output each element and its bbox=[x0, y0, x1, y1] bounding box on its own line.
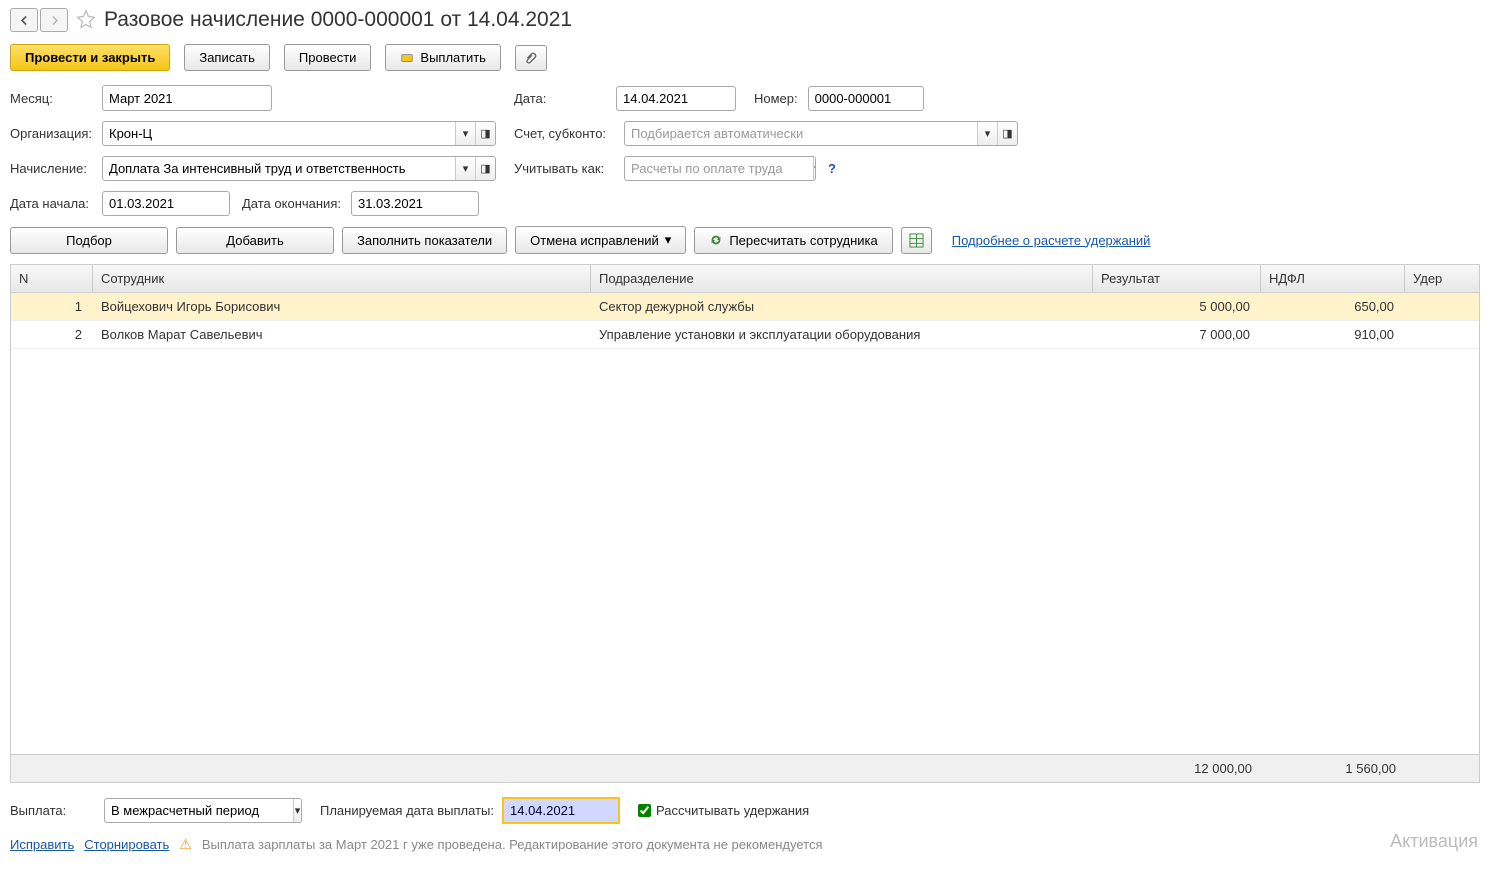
consider-dropdown-button[interactable]: ▾ bbox=[813, 157, 816, 180]
chevron-down-icon: ▾ bbox=[665, 232, 672, 248]
cell-result: 7 000,00 bbox=[1093, 321, 1261, 348]
cell-ndfl: 650,00 bbox=[1261, 293, 1405, 320]
cell-ud bbox=[1405, 321, 1467, 348]
post-button[interactable]: Провести bbox=[284, 44, 372, 71]
recalc-employee-button[interactable]: Пересчитать сотрудника bbox=[694, 227, 892, 254]
cell-n: 1 bbox=[11, 293, 93, 320]
th-deductions[interactable]: Удер bbox=[1405, 265, 1467, 292]
cell-ud bbox=[1405, 293, 1467, 320]
total-ndfl: 1 560,00 bbox=[1261, 755, 1405, 782]
attach-button[interactable] bbox=[515, 45, 547, 71]
th-result[interactable]: Результат bbox=[1093, 265, 1261, 292]
cancel-corrections-button[interactable]: Отмена исправлений ▾ bbox=[515, 226, 686, 254]
accrual-dropdown-button[interactable]: ▾ bbox=[455, 157, 475, 180]
pay-button[interactable]: Выплатить bbox=[385, 44, 501, 71]
date-label: Дата: bbox=[514, 91, 610, 106]
cell-ndfl: 910,00 bbox=[1261, 321, 1405, 348]
accrual-input[interactable] bbox=[103, 157, 455, 180]
table-settings-button[interactable] bbox=[901, 227, 932, 254]
start-date-label: Дата начала: bbox=[10, 196, 96, 211]
reverse-link[interactable]: Сторнировать bbox=[84, 837, 169, 852]
accrual-open-button[interactable]: ◨ bbox=[475, 157, 495, 180]
select-employee-button[interactable]: Подбор bbox=[10, 227, 168, 254]
table-row[interactable]: 2Волков Марат СавельевичУправление устан… bbox=[11, 321, 1479, 349]
account-label: Счет, субконто: bbox=[514, 126, 618, 141]
consider-input[interactable] bbox=[625, 157, 813, 180]
total-result: 12 000,00 bbox=[1093, 755, 1261, 782]
cell-employee: Войцехович Игорь Борисович bbox=[93, 293, 591, 320]
org-label: Организация: bbox=[10, 126, 96, 141]
page-title: Разовое начисление 0000-000001 от 14.04.… bbox=[104, 8, 572, 32]
post-and-close-button[interactable]: Провести и закрыть bbox=[10, 44, 170, 71]
plan-date-input[interactable] bbox=[504, 799, 620, 822]
help-icon[interactable]: ? bbox=[828, 161, 836, 176]
correct-link[interactable]: Исправить bbox=[10, 837, 74, 852]
account-input[interactable] bbox=[625, 122, 977, 145]
calc-deductions-checkbox[interactable] bbox=[638, 804, 651, 817]
deductions-details-link[interactable]: Подробнее о расчете удержаний bbox=[952, 233, 1151, 248]
th-employee[interactable]: Сотрудник bbox=[93, 265, 591, 292]
paperclip-icon bbox=[524, 51, 538, 65]
arrow-right-icon bbox=[48, 14, 61, 27]
payout-dropdown-button[interactable]: ▾ bbox=[293, 799, 301, 822]
cell-result: 5 000,00 bbox=[1093, 293, 1261, 320]
end-date-input[interactable] bbox=[352, 192, 479, 215]
end-date-label: Дата окончания: bbox=[242, 196, 341, 211]
employees-table: N Сотрудник Подразделение Результат НДФЛ… bbox=[10, 264, 1480, 783]
date-input[interactable] bbox=[617, 87, 736, 110]
org-open-button[interactable]: ◨ bbox=[475, 122, 495, 145]
number-input[interactable] bbox=[809, 87, 924, 110]
account-dropdown-button[interactable]: ▾ bbox=[977, 122, 997, 145]
cell-department: Управление установки и эксплуатации обор… bbox=[591, 321, 1093, 348]
save-button[interactable]: Записать bbox=[184, 44, 270, 71]
start-date-input[interactable] bbox=[103, 192, 230, 215]
account-open-button[interactable]: ◨ bbox=[997, 122, 1017, 145]
add-row-button[interactable]: Добавить bbox=[176, 227, 334, 254]
accrual-label: Начисление: bbox=[10, 161, 96, 176]
fill-indicators-button[interactable]: Заполнить показатели bbox=[342, 227, 507, 254]
payout-select[interactable] bbox=[105, 799, 293, 822]
th-ndfl[interactable]: НДФЛ bbox=[1261, 265, 1405, 292]
arrow-left-icon bbox=[18, 14, 31, 27]
warning-icon: ⚠ bbox=[179, 836, 192, 853]
payout-icon bbox=[400, 51, 414, 65]
payout-label: Выплата: bbox=[10, 803, 96, 818]
th-n[interactable]: N bbox=[11, 265, 93, 292]
month-input[interactable] bbox=[103, 86, 272, 110]
consider-label: Учитывать как: bbox=[514, 161, 618, 176]
month-label: Месяц: bbox=[10, 91, 96, 106]
cell-employee: Волков Марат Савельевич bbox=[93, 321, 591, 348]
forward-button[interactable] bbox=[40, 8, 68, 32]
table-header: N Сотрудник Подразделение Результат НДФЛ… bbox=[11, 265, 1479, 293]
activation-watermark: Активация bbox=[1390, 831, 1478, 852]
warning-text: Выплата зарплаты за Март 2021 г уже пров… bbox=[202, 837, 823, 852]
favorite-star-icon[interactable] bbox=[76, 9, 96, 32]
cell-department: Сектор дежурной службы bbox=[591, 293, 1093, 320]
refresh-icon bbox=[709, 233, 723, 247]
org-input[interactable] bbox=[103, 122, 455, 145]
back-button[interactable] bbox=[10, 8, 38, 32]
th-department[interactable]: Подразделение bbox=[591, 265, 1093, 292]
number-label: Номер: bbox=[754, 91, 798, 106]
org-dropdown-button[interactable]: ▾ bbox=[455, 122, 475, 145]
cell-n: 2 bbox=[11, 321, 93, 348]
table-footer: 12 000,00 1 560,00 bbox=[11, 754, 1479, 782]
grid-icon bbox=[909, 233, 924, 248]
calc-deductions-checkbox-wrap[interactable]: Рассчитывать удержания bbox=[638, 803, 809, 818]
table-row[interactable]: 1Войцехович Игорь БорисовичСектор дежурн… bbox=[11, 293, 1479, 321]
plan-date-label: Планируемая дата выплаты: bbox=[320, 803, 494, 818]
